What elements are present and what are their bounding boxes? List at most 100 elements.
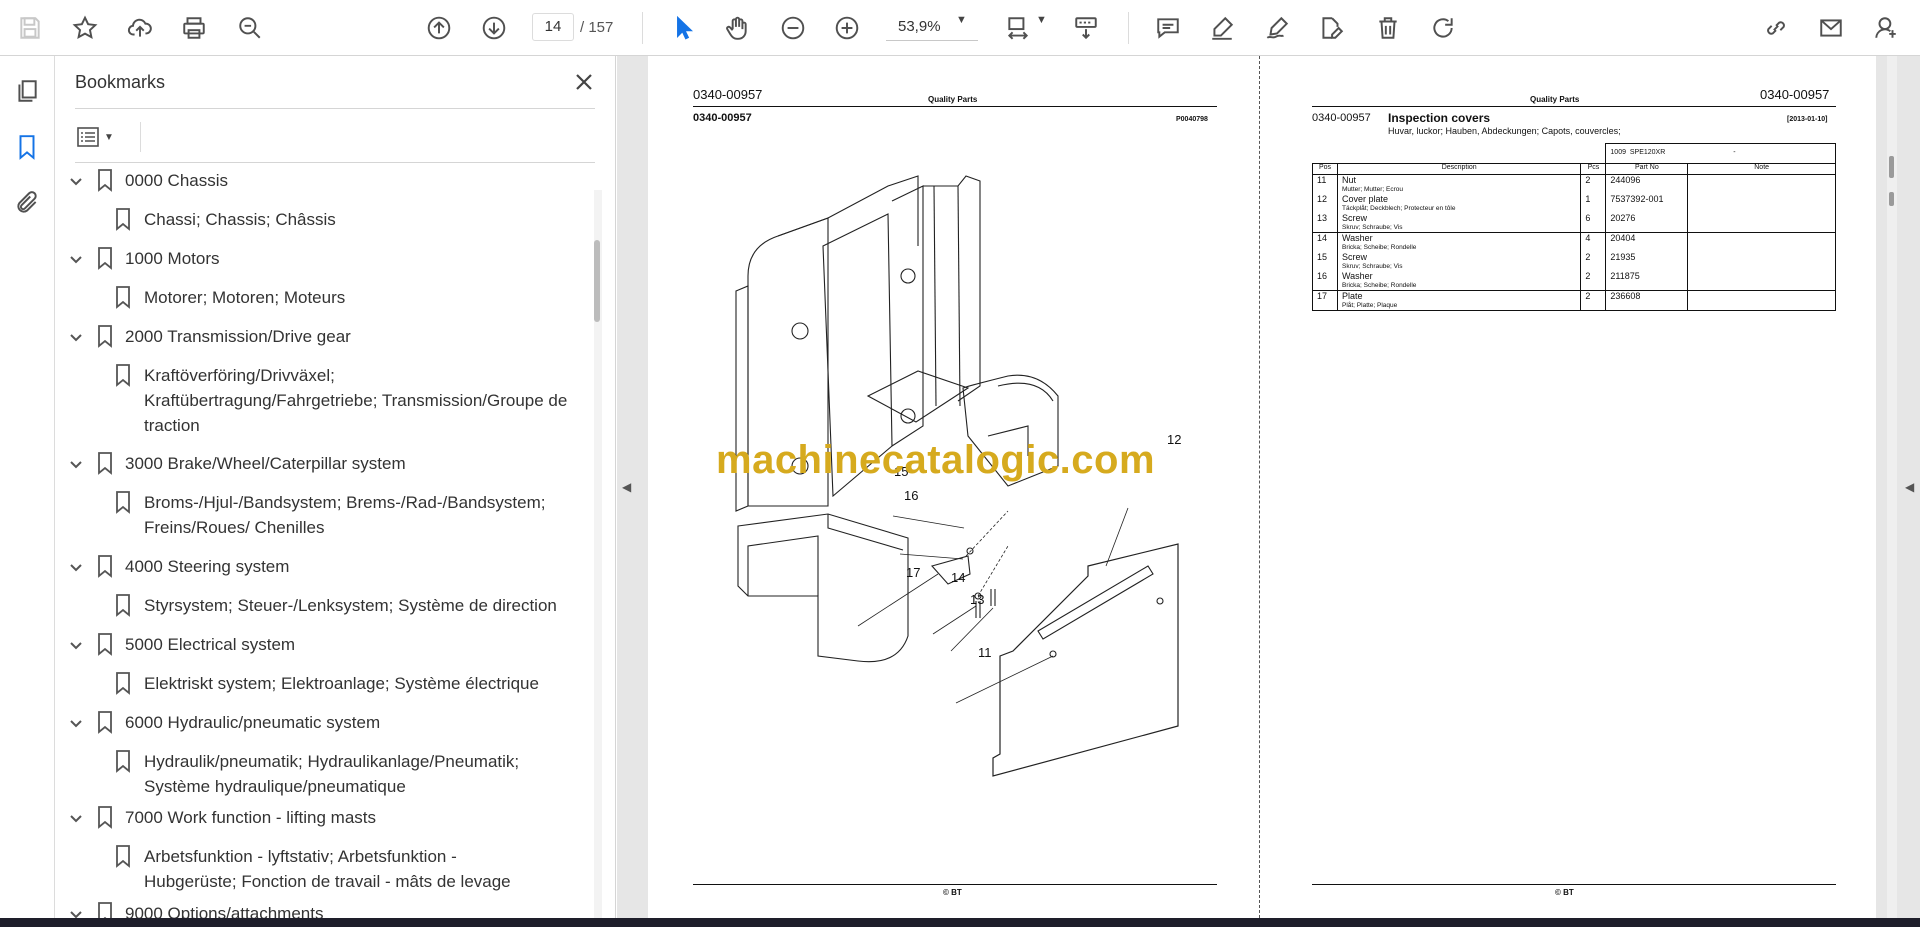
callout-label: 11 <box>978 645 992 660</box>
model-dash: - <box>1733 149 1736 156</box>
description-value: Screw <box>1341 213 1367 223</box>
zoom-search-icon[interactable] <box>232 10 268 46</box>
bookmark-icon <box>96 632 114 656</box>
chevron-down-icon[interactable] <box>68 809 84 825</box>
share-link-icon[interactable] <box>1758 10 1794 46</box>
cell-part-no: 7537392-001 <box>1605 194 1689 213</box>
table-row: 13 Screw Skruv; Schraube; Vis 6 20276 <box>1312 213 1836 233</box>
chevron-down-icon[interactable] <box>68 172 84 188</box>
description-value: Screw <box>1341 252 1367 262</box>
bookmark-options-button[interactable]: ▼ <box>76 122 128 152</box>
page-thumbnails-icon[interactable] <box>10 74 44 108</box>
divider <box>75 108 595 109</box>
pcs-value: 4 <box>1585 233 1591 243</box>
cell-description: Cover plate Täckplåt; Deckblech; Protecte… <box>1336 194 1582 213</box>
bookmark-item-work-function-child[interactable]: Arbetsfunktion - lyftstativ; Arbetsfunkt… <box>56 844 596 894</box>
column-header: Pcs <box>1580 163 1607 175</box>
chevron-down-icon[interactable] <box>68 714 84 730</box>
zoom-in-icon[interactable] <box>829 10 865 46</box>
description-value: Cover plate <box>1341 194 1389 204</box>
rotate-icon[interactable] <box>1425 10 1461 46</box>
watermark-text: machinecatalogic.com <box>716 438 1156 482</box>
attachments-icon[interactable] <box>10 186 44 220</box>
print-icon[interactable] <box>176 10 212 46</box>
chevron-down-icon[interactable]: ▼ <box>1036 14 1047 26</box>
bookmark-label: Système hydraulique/pneumatique <box>144 777 406 796</box>
callout-label: 16 <box>904 488 919 503</box>
draw-sign-icon[interactable] <box>1259 10 1295 46</box>
bookmark-icon <box>114 490 132 514</box>
cell-pcs: 1 <box>1580 194 1607 213</box>
pcs-value: 1 <box>1585 194 1591 204</box>
star-icon[interactable] <box>67 10 103 46</box>
delete-icon[interactable] <box>1370 10 1406 46</box>
page-number-input[interactable]: 14 <box>532 13 574 41</box>
description-translation: Mutter; Mutter; Ecrou <box>1341 186 1404 193</box>
column-header: Note <box>1687 163 1836 175</box>
part-number-value: 236608 <box>1610 291 1641 301</box>
document-scrollbar[interactable] <box>1887 56 1897 918</box>
column-header: Pos <box>1312 163 1338 175</box>
cell-pos: 17 <box>1312 290 1338 311</box>
part-number-value: 20276 <box>1610 213 1636 223</box>
pos-value: 16 <box>1317 271 1328 281</box>
bookmark-item-brake-child[interactable]: Broms-/Hjul-/Bandsystem; Brems-/Rad-/Ban… <box>56 490 596 540</box>
bookmark-label: 3000 Brake/Wheel/Caterpillar system <box>125 454 406 473</box>
bookmark-icon <box>96 168 114 192</box>
scrollbar-thumb[interactable] <box>594 240 600 322</box>
upload-cloud-icon[interactable] <box>122 10 158 46</box>
cell-pos: 14 <box>1312 232 1338 252</box>
bookmark-label: 6000 Hydraulic/pneumatic system <box>125 713 381 732</box>
chevron-down-icon[interactable] <box>68 455 84 471</box>
edit-document-icon[interactable] <box>1313 10 1349 46</box>
model-row: 1009 SPE120XR - <box>1312 143 1836 164</box>
table-header-row: Pos Description Pcs Part No Note <box>1312 163 1836 175</box>
page-fit-icon[interactable] <box>1000 10 1036 46</box>
header-rule <box>693 106 1217 107</box>
pos-value: 17 <box>1317 291 1328 301</box>
description-value: Plate <box>1341 291 1363 301</box>
next-page-icon[interactable] <box>476 10 512 46</box>
close-icon[interactable] <box>570 68 598 96</box>
bookmark-panel-icon[interactable] <box>10 130 44 164</box>
chevron-down-icon[interactable] <box>68 328 84 344</box>
chevron-down-icon[interactable] <box>68 250 84 266</box>
highlight-pen-icon[interactable] <box>1204 10 1240 46</box>
bookmark-label: Hubgerüste; Fonction de travail - mâts d… <box>144 872 511 891</box>
section-number: 0340-00957 <box>1312 112 1371 124</box>
hand-tool-icon[interactable] <box>719 10 755 46</box>
add-user-icon[interactable] <box>1868 10 1904 46</box>
table-row: 14 Washer Bricka; Scheibe; Rondelle 4 20404 <box>1312 232 1836 252</box>
collapse-left-panel-icon[interactable]: ◀ <box>622 480 631 494</box>
bookmark-label: Kraftöverföring/Drivväxel; <box>144 366 335 385</box>
chevron-down-icon[interactable] <box>68 558 84 574</box>
save-icon[interactable] <box>12 10 48 46</box>
cell-part-no: 244096 <box>1605 174 1689 194</box>
select-cursor-icon[interactable] <box>665 10 701 46</box>
cell-note <box>1687 290 1836 311</box>
bookmark-label: 4000 Steering system <box>125 557 290 576</box>
scroll-mode-icon[interactable] <box>1068 10 1104 46</box>
callout-label: 12 <box>1167 432 1182 447</box>
page-header: Quality Parts <box>928 95 978 104</box>
previous-page-icon[interactable] <box>421 10 457 46</box>
bookmark-item-hydraulic-child[interactable]: Hydraulik/pneumatik; Hydraulikanlage/Pne… <box>56 749 596 799</box>
bookmark-item-transmission-child[interactable]: Kraftöverföring/Drivväxel; Kraftübertrag… <box>56 363 596 438</box>
chevron-down-icon[interactable]: ▼ <box>956 14 967 26</box>
cell-part-no: 20404 <box>1605 232 1689 252</box>
cell-pos: 13 <box>1312 213 1338 233</box>
bookmark-scrollbar[interactable] <box>594 190 602 920</box>
zoom-out-icon[interactable] <box>775 10 811 46</box>
bookmark-label: Freins/Roues/ Chenilles <box>144 518 325 537</box>
horizontal-scrollbar[interactable] <box>0 918 1920 927</box>
footer-rule <box>1312 884 1836 885</box>
chevron-down-icon[interactable] <box>68 636 84 652</box>
bookmark-label: Arbetsfunktion - lyftstativ; Arbetsfunkt… <box>144 847 457 866</box>
expand-right-panel-icon[interactable]: ◀ <box>1905 480 1914 494</box>
comment-icon[interactable] <box>1150 10 1186 46</box>
panel-title: Bookmarks <box>75 72 166 92</box>
email-icon[interactable] <box>1813 10 1849 46</box>
scrollbar-thumb[interactable] <box>1889 156 1894 178</box>
cell-pos: 11 <box>1312 174 1338 194</box>
bookmarks-panel: Bookmarks ▼ 0000 Chassis Chassi; Chassis… <box>56 56 616 927</box>
